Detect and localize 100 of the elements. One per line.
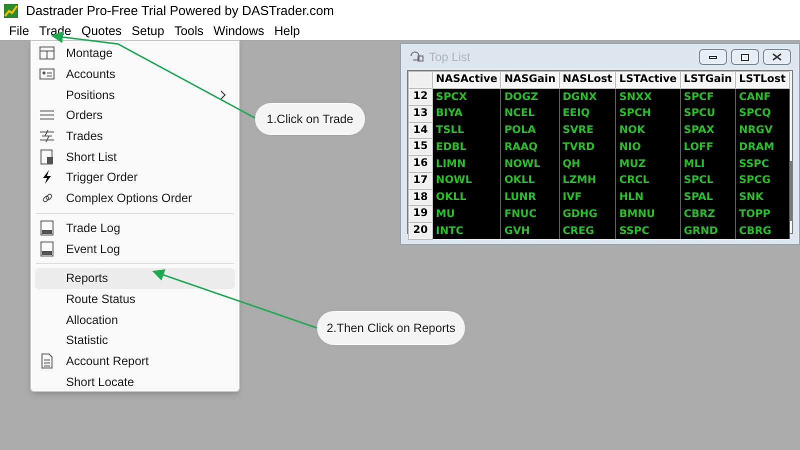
window-title: Dastrader Pro-Free Trial Powered by DASTrader.com (26, 2, 334, 20)
table-cell: LUNR (500, 189, 560, 206)
table-cell: INTC (432, 222, 501, 240)
menu-item-label: Trades (66, 128, 104, 146)
table-cell: SSPC (736, 156, 790, 172)
scrollbar-thumb[interactable] (790, 161, 792, 221)
menu-item-label: Short List (66, 148, 118, 166)
log-icon (39, 220, 55, 236)
menu-item[interactable]: Allocation (35, 309, 235, 330)
table-cell: SPAL (680, 189, 736, 206)
table-cell: CRCL (616, 172, 680, 189)
table-cell: LZMH (559, 172, 616, 189)
row-number: 13 (408, 105, 432, 122)
menu-item[interactable]: Accounts (35, 64, 235, 84)
table-cell: TVRD (559, 138, 616, 156)
menu-item[interactable]: Orders (35, 105, 235, 126)
app-logo-icon (4, 4, 18, 18)
menu-item-label: Short Locate (66, 374, 136, 391)
table-cell: QH (559, 156, 616, 172)
id-card-icon (39, 66, 55, 82)
menu-item[interactable]: Quotes (76, 24, 127, 38)
table-cell: SNXX (616, 88, 680, 106)
menu-item[interactable]: Windows (208, 24, 270, 38)
menu-item[interactable]: Event Log (35, 238, 235, 259)
menu-item-label: Montage (66, 45, 114, 62)
menu-item[interactable]: Short Locate (35, 371, 235, 392)
row-number: 18 (408, 189, 432, 206)
table-cell: TSLL (432, 122, 501, 139)
table-cell: SNK (736, 189, 790, 206)
table-cell: DGNX (559, 88, 616, 106)
menu-item[interactable]: Reports (35, 268, 235, 289)
row-number: 16 (408, 156, 432, 172)
table-cell: MUZ (616, 156, 680, 172)
table-cell: NRGV (736, 122, 790, 139)
menu-item-label: Reports (66, 270, 110, 288)
menu-item-label: Allocation (66, 312, 120, 329)
table-cell: SPCF (680, 88, 736, 106)
menu-item[interactable]: Tools (169, 24, 209, 38)
lines-icon (39, 128, 55, 144)
table-cell: GRND (680, 222, 736, 240)
menu-item-label: Statistic (66, 332, 110, 350)
menu-item[interactable]: Trade Log (35, 218, 235, 238)
menu-item[interactable]: Positions (35, 84, 235, 106)
column-header[interactable]: NASLost (559, 72, 616, 88)
table-cell: MU (432, 206, 501, 222)
maximize-button[interactable] (731, 49, 759, 65)
table-cell: IVF (559, 189, 616, 206)
menu-item[interactable]: Short List (35, 146, 235, 168)
close-button[interactable] (763, 49, 791, 65)
menu-item[interactable]: Setup (126, 24, 170, 38)
table-cell: NOWL (500, 156, 560, 172)
table-cell: EDBL (432, 138, 501, 156)
menu-item[interactable]: File (4, 24, 34, 38)
table-cell: BMNU (616, 206, 680, 222)
table-cell: POLA (500, 122, 560, 139)
menu-item[interactable]: Account Report (35, 350, 235, 372)
log-icon (39, 240, 55, 257)
window-icon (409, 50, 425, 64)
close-icon (772, 53, 782, 61)
menu-item[interactable]: Help (269, 24, 305, 38)
menu-item[interactable]: Trades (35, 126, 235, 146)
table-cell: SPCH (616, 105, 680, 122)
table-cell: NCEL (500, 105, 560, 122)
table-cell: EEIQ (559, 105, 616, 122)
menu-item-label: Route Status (66, 290, 136, 308)
menu-item[interactable]: Trigger Order (35, 167, 235, 188)
table-cell: DOGZ (500, 88, 560, 106)
table-cell: SPCU (680, 105, 736, 122)
table-cell: CREG (559, 222, 616, 240)
table-cell: GDHG (559, 206, 616, 222)
table-cell: CBRG (736, 222, 790, 240)
column-header[interactable]: LSTLost (736, 72, 790, 88)
menu-item[interactable]: Complex Options Order (35, 188, 235, 208)
menu-item[interactable]: Statistic (35, 330, 235, 351)
table-icon (39, 45, 55, 62)
table-cell: NOK (616, 122, 680, 139)
menu-item-label: Trigger Order (66, 169, 139, 186)
column-header[interactable]: LSTActive (616, 72, 680, 88)
table-cell: OKLL (500, 172, 560, 189)
column-header[interactable]: LSTGain (680, 72, 736, 88)
row-number: 19 (408, 206, 432, 222)
table-cell: SPCL (680, 172, 736, 189)
table-cell: FNUC (500, 206, 560, 222)
table-cell: SPCX (432, 88, 501, 106)
table-cell: TOPP (736, 206, 790, 222)
table-cell: CBRZ (680, 206, 736, 222)
table-cell: BIYA (432, 105, 501, 122)
menu-item-label: Accounts (66, 66, 116, 84)
menu-item-label: Trade Log (66, 220, 122, 237)
table-cell: HLN (616, 189, 680, 206)
menu-item[interactable]: Route Status (35, 288, 235, 310)
row-number: 12 (408, 88, 432, 106)
table-cell: LIMN (432, 156, 501, 172)
minimize-button[interactable] (699, 49, 727, 65)
menu-item[interactable]: Montage (35, 43, 235, 64)
column-header[interactable]: NASActive (432, 72, 501, 88)
table-cell: SPCQ (736, 105, 790, 122)
column-header[interactable]: NASGain (500, 72, 560, 88)
table-cell: OKLL (432, 189, 501, 206)
table-cell: SPCG (736, 172, 790, 189)
